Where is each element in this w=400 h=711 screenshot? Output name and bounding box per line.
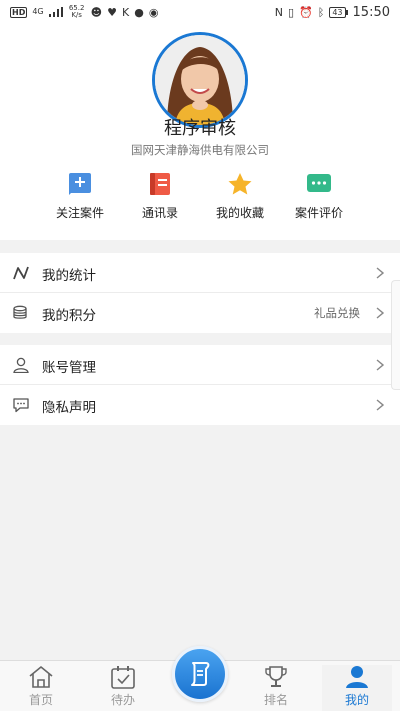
menu-item-my-points[interactable]: 我的积分 礼品兑换 (0, 293, 400, 333)
chevron-right-icon (376, 267, 385, 279)
menu-item-label: 隐私声明 (42, 400, 96, 416)
bluetooth-icon: ᛒ (317, 5, 325, 19)
quick-action-follow-cases[interactable]: 关注案件 (35, 172, 125, 228)
tab-mine[interactable]: 我的 (322, 665, 392, 711)
case-document-icon (191, 662, 210, 686)
side-drawer-handle[interactable] (391, 280, 400, 390)
bookmark-plus-icon (69, 173, 91, 195)
coins-stack-icon (13, 305, 27, 319)
signal-bars-icon (48, 7, 63, 17)
menu-group-stats: 我的统计 我的积分 礼品兑换 (0, 253, 400, 333)
menu-item-account-management[interactable]: 账号管理 (0, 345, 400, 385)
heart-icon: ♥ (107, 5, 117, 19)
quick-action-favorites[interactable]: 我的收藏 (195, 172, 285, 228)
gift-exchange-link[interactable]: 礼品兑换 (314, 305, 360, 321)
chat-bubble-icon (307, 174, 331, 192)
vibrate-icon: ▯ (287, 5, 295, 19)
quick-action-label: 通讯录 (141, 206, 178, 220)
calendar-check-icon (111, 666, 135, 689)
profile-header: 程序审核 国网天津静海供电有限公司 关注案件 通讯录 我的收藏 案件评价 (0, 24, 400, 240)
center-action-button[interactable] (172, 646, 228, 702)
menu-item-label: 账号管理 (42, 360, 96, 376)
quick-action-label: 案件评价 (294, 206, 343, 220)
profile-icon (346, 666, 368, 688)
menu-item-label: 我的统计 (42, 268, 96, 284)
contacts-book-icon (150, 173, 170, 195)
chevron-right-icon (376, 307, 385, 319)
menu-group-account: 账号管理 隐私声明 (0, 345, 400, 425)
battery-icon: 43 (329, 6, 348, 18)
user-organization: 国网天津静海供电有限公司 (131, 143, 269, 157)
menu-item-privacy-statement[interactable]: 隐私声明 (0, 385, 400, 425)
chevron-right-icon (376, 399, 385, 411)
hd-indicator: HD (10, 6, 28, 18)
user-icon (13, 357, 29, 373)
user-name: 程序审核 (164, 118, 236, 139)
tab-label: 待办 (110, 693, 135, 707)
menu-item-label: 我的积分 (42, 308, 96, 324)
tab-label: 首页 (28, 693, 53, 707)
k-icon: K (121, 5, 130, 19)
tab-label: 我的 (344, 693, 369, 707)
alarm-icon: ⏰ (299, 5, 313, 19)
tab-home[interactable]: 首页 (6, 665, 76, 711)
message-notify-icon: ◉ (148, 5, 159, 19)
home-icon (29, 666, 53, 688)
quick-action-contacts[interactable]: 通讯录 (115, 172, 205, 228)
quick-action-label: 关注案件 (55, 206, 104, 220)
trend-line-icon (13, 266, 29, 280)
chat-icon: ● (134, 5, 144, 19)
clock: 15:50 (352, 4, 390, 20)
message-icon (13, 398, 29, 413)
signal-indicator: 4G (32, 7, 44, 16)
status-bar: HD 4G 65.2 K/s ☻ ♥ K ● ◉ N ▯ ⏰ ᛒ 43 15:5… (0, 0, 400, 24)
quick-action-case-review[interactable]: 案件评价 (274, 172, 364, 228)
nfc-icon: N (274, 5, 283, 19)
tab-ranking[interactable]: 排名 (241, 665, 311, 711)
tab-label: 排名 (263, 693, 288, 707)
trophy-icon (265, 666, 287, 687)
star-icon (228, 173, 252, 195)
chevron-right-icon (376, 359, 385, 371)
network-speed: 65.2 K/s (68, 4, 85, 19)
quick-action-label: 我的收藏 (215, 206, 264, 220)
app-icon-1: ☻ (90, 5, 103, 19)
menu-item-my-statistics[interactable]: 我的统计 (0, 253, 400, 293)
tab-todo[interactable]: 待办 (88, 665, 158, 711)
